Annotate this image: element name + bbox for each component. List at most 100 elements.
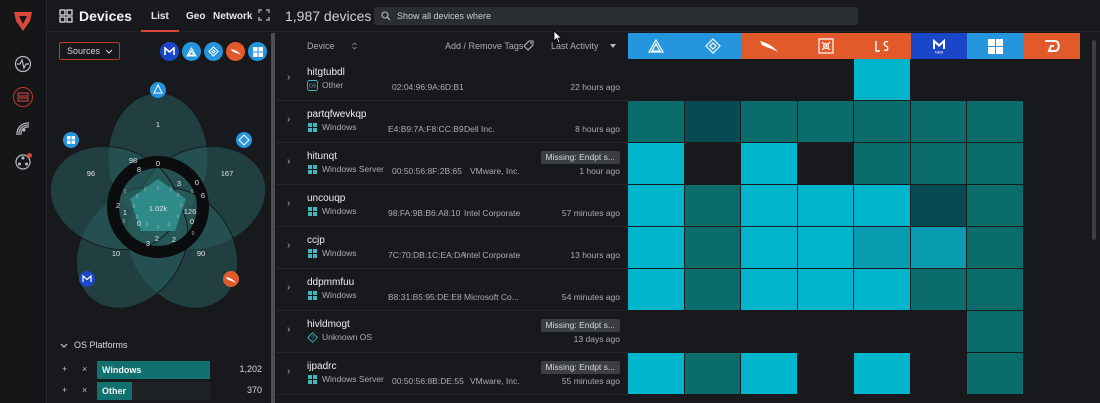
coverage-cell[interactable] <box>967 143 1024 185</box>
coverage-cell[interactable] <box>684 143 741 185</box>
expand-row-icon[interactable]: › <box>287 114 290 125</box>
device-name[interactable]: hitunqt <box>307 151 337 162</box>
expand-row-icon[interactable]: › <box>287 366 290 377</box>
device-name[interactable]: ddpmmfuu <box>307 277 354 288</box>
coverage-cell[interactable] <box>684 101 741 143</box>
source-g-icon[interactable] <box>967 33 1024 59</box>
expand-row-icon[interactable]: › <box>287 156 290 167</box>
device-name[interactable]: uncouqp <box>307 193 345 204</box>
table-row[interactable]: › hitgtubdl OS Other 02:04:96:9A:6D:B1 22… <box>276 59 628 101</box>
coverage-cell[interactable] <box>910 143 967 185</box>
coverage-cell[interactable] <box>797 185 854 227</box>
coverage-cell[interactable] <box>910 101 967 143</box>
coverage-cell[interactable] <box>854 185 911 227</box>
coverage-cell[interactable] <box>910 59 967 101</box>
sources-dropdown[interactable]: Sources <box>59 42 120 60</box>
source-c-icon[interactable] <box>741 33 798 59</box>
source-falcon-icon[interactable] <box>226 42 245 61</box>
coverage-cell[interactable] <box>910 269 967 311</box>
sort-icon[interactable] <box>352 42 357 50</box>
exclude-filter-button[interactable]: × <box>82 364 87 374</box>
coverage-cell[interactable] <box>628 311 685 353</box>
device-name[interactable]: ijpadrc <box>307 361 336 372</box>
coverage-cell[interactable] <box>854 143 911 185</box>
expand-row-icon[interactable]: › <box>287 282 290 293</box>
coverage-cell[interactable] <box>1023 143 1080 185</box>
table-row[interactable]: › ddpmmfuu Windows B8:31:B5:95:DE:E8 Mic… <box>276 269 628 311</box>
source-e-icon[interactable] <box>854 33 911 59</box>
coverage-cell[interactable] <box>741 59 798 101</box>
source-windows-icon[interactable] <box>248 42 267 61</box>
coverage-cell[interactable] <box>797 227 854 269</box>
table-row[interactable]: › hitunqt Missing: Endpt s... Windows Se… <box>276 143 628 185</box>
source-d-icon[interactable] <box>797 33 854 59</box>
coverage-cell[interactable] <box>854 269 911 311</box>
coverage-cell[interactable] <box>967 311 1024 353</box>
missing-badge[interactable]: Missing: Endpt s... <box>540 151 620 164</box>
sort-desc-icon[interactable] <box>610 44 616 48</box>
source-f-icon[interactable]: NEB <box>910 33 967 59</box>
coverage-cell[interactable] <box>628 227 685 269</box>
coverage-cell[interactable] <box>854 311 911 353</box>
coverage-cell[interactable] <box>684 269 741 311</box>
expand-row-icon[interactable]: › <box>287 198 290 209</box>
coverage-cell[interactable] <box>910 227 967 269</box>
coverage-cell[interactable] <box>797 143 854 185</box>
coverage-cell[interactable] <box>910 185 967 227</box>
coverage-cell[interactable] <box>967 227 1024 269</box>
table-row[interactable]: › ijpadrc Missing: Endpt s... Windows Se… <box>276 353 628 395</box>
devices-icon[interactable] <box>13 87 33 107</box>
coverage-cell[interactable] <box>628 143 685 185</box>
coverage-cell[interactable] <box>741 311 798 353</box>
coverage-cell[interactable] <box>628 353 685 395</box>
coverage-cell[interactable] <box>1023 101 1080 143</box>
coverage-cell[interactable] <box>910 311 967 353</box>
tag-icon[interactable] <box>523 40 534 51</box>
coverage-cell[interactable] <box>684 185 741 227</box>
coverage-cell[interactable] <box>797 311 854 353</box>
logo-icon[interactable] <box>11 9 35 33</box>
coverage-cell[interactable] <box>1023 353 1080 395</box>
tab-network[interactable]: Network <box>213 11 252 22</box>
tab-list[interactable]: List <box>141 11 179 32</box>
source-diamond-icon[interactable] <box>204 42 223 61</box>
coverage-cell[interactable] <box>1023 269 1080 311</box>
missing-badge[interactable]: Missing: Endpt s... <box>540 361 620 374</box>
search-bar[interactable] <box>374 7 858 25</box>
table-row[interactable]: › ccjp Windows 7C:70:DB:1C:EA:DA Intel C… <box>276 227 628 269</box>
coverage-cell[interactable] <box>967 59 1024 101</box>
coverage-cell[interactable] <box>1023 311 1080 353</box>
device-name[interactable]: partqfwevkqp <box>307 109 366 120</box>
os-row[interactable]: + × Windows 1,202 <box>62 361 262 379</box>
coverage-cell[interactable] <box>967 269 1024 311</box>
coverage-cell[interactable] <box>797 269 854 311</box>
coverage-cell[interactable] <box>684 59 741 101</box>
source-h-icon[interactable] <box>1023 33 1080 59</box>
coverage-cell[interactable] <box>797 59 854 101</box>
coverage-cell[interactable] <box>741 353 798 395</box>
coverage-cell[interactable] <box>1023 59 1080 101</box>
table-row[interactable]: › partqfwevkqp Windows E4:B9:7A:F8:CC:B9… <box>276 101 628 143</box>
coverage-cell[interactable] <box>628 269 685 311</box>
activity-icon[interactable] <box>13 54 33 74</box>
coverage-cell[interactable] <box>684 227 741 269</box>
coverage-cell[interactable] <box>854 227 911 269</box>
coverage-cell[interactable] <box>854 101 911 143</box>
device-name[interactable]: ccjp <box>307 235 325 246</box>
coverage-cell[interactable] <box>741 143 798 185</box>
coverage-cell[interactable] <box>628 59 685 101</box>
coverage-cell[interactable] <box>910 353 967 395</box>
search-input[interactable] <box>397 11 817 21</box>
coverage-cell[interactable] <box>741 101 798 143</box>
table-row[interactable]: › uncouqp Windows 98:FA:9B:B6:A8:10 Inte… <box>276 185 628 227</box>
expand-row-icon[interactable]: › <box>287 324 290 335</box>
expand-row-icon[interactable]: › <box>287 72 290 83</box>
add-filter-button[interactable]: + <box>62 385 67 395</box>
panel-scrollbar[interactable] <box>271 33 275 403</box>
table-row[interactable]: › hivldmogt Missing: Endpt s... ? Unknown… <box>276 311 628 353</box>
os-row[interactable]: + × Other 370 <box>62 382 262 400</box>
device-name[interactable]: hitgtubdl <box>307 67 345 78</box>
source-a-icon[interactable] <box>628 33 685 59</box>
coverage-cell[interactable] <box>797 101 854 143</box>
expand-icon[interactable] <box>258 9 270 21</box>
